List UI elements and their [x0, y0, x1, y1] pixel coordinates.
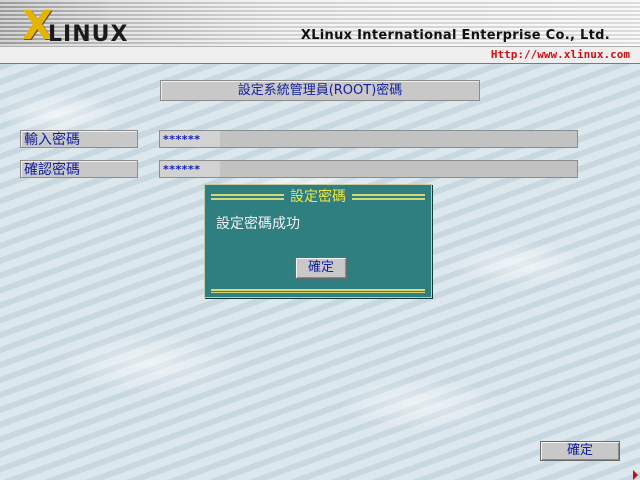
- enter-password-value: ******: [163, 133, 201, 146]
- confirm-password-value: ******: [163, 163, 201, 176]
- dialog-ok-button[interactable]: 確定: [295, 257, 347, 279]
- dialog-message: 設定密碼成功: [216, 216, 300, 232]
- website-url: Http://www.xlinux.com: [490, 48, 630, 61]
- company-name: XLinux International Enterprise Co., Ltd…: [300, 28, 610, 43]
- dialog-bottom-lines: [211, 289, 425, 293]
- dialog-titlebar: 設定密碼: [211, 188, 425, 206]
- confirm-button[interactable]: 確定: [540, 441, 620, 461]
- url-bar: Http://www.xlinux.com: [0, 46, 640, 63]
- enter-password-label: 輸入密碼: [20, 130, 138, 148]
- header-bar: X LINUX XLinux International Enterprise …: [0, 0, 640, 64]
- password-set-dialog: 設定密碼 設定密碼成功 確定: [204, 184, 432, 298]
- confirm-password-field[interactable]: ******: [159, 160, 578, 178]
- xlinux-logo: X LINUX: [22, 5, 132, 47]
- cursor-marker-icon: [633, 470, 638, 480]
- confirm-password-label: 確認密碼: [20, 160, 138, 178]
- page-title: 設定系統管理員(ROOT)密碼: [160, 80, 480, 101]
- enter-password-field[interactable]: ******: [159, 130, 578, 148]
- dialog-title: 設定密碼: [284, 188, 352, 206]
- logo-linux-text: LINUX: [48, 22, 129, 47]
